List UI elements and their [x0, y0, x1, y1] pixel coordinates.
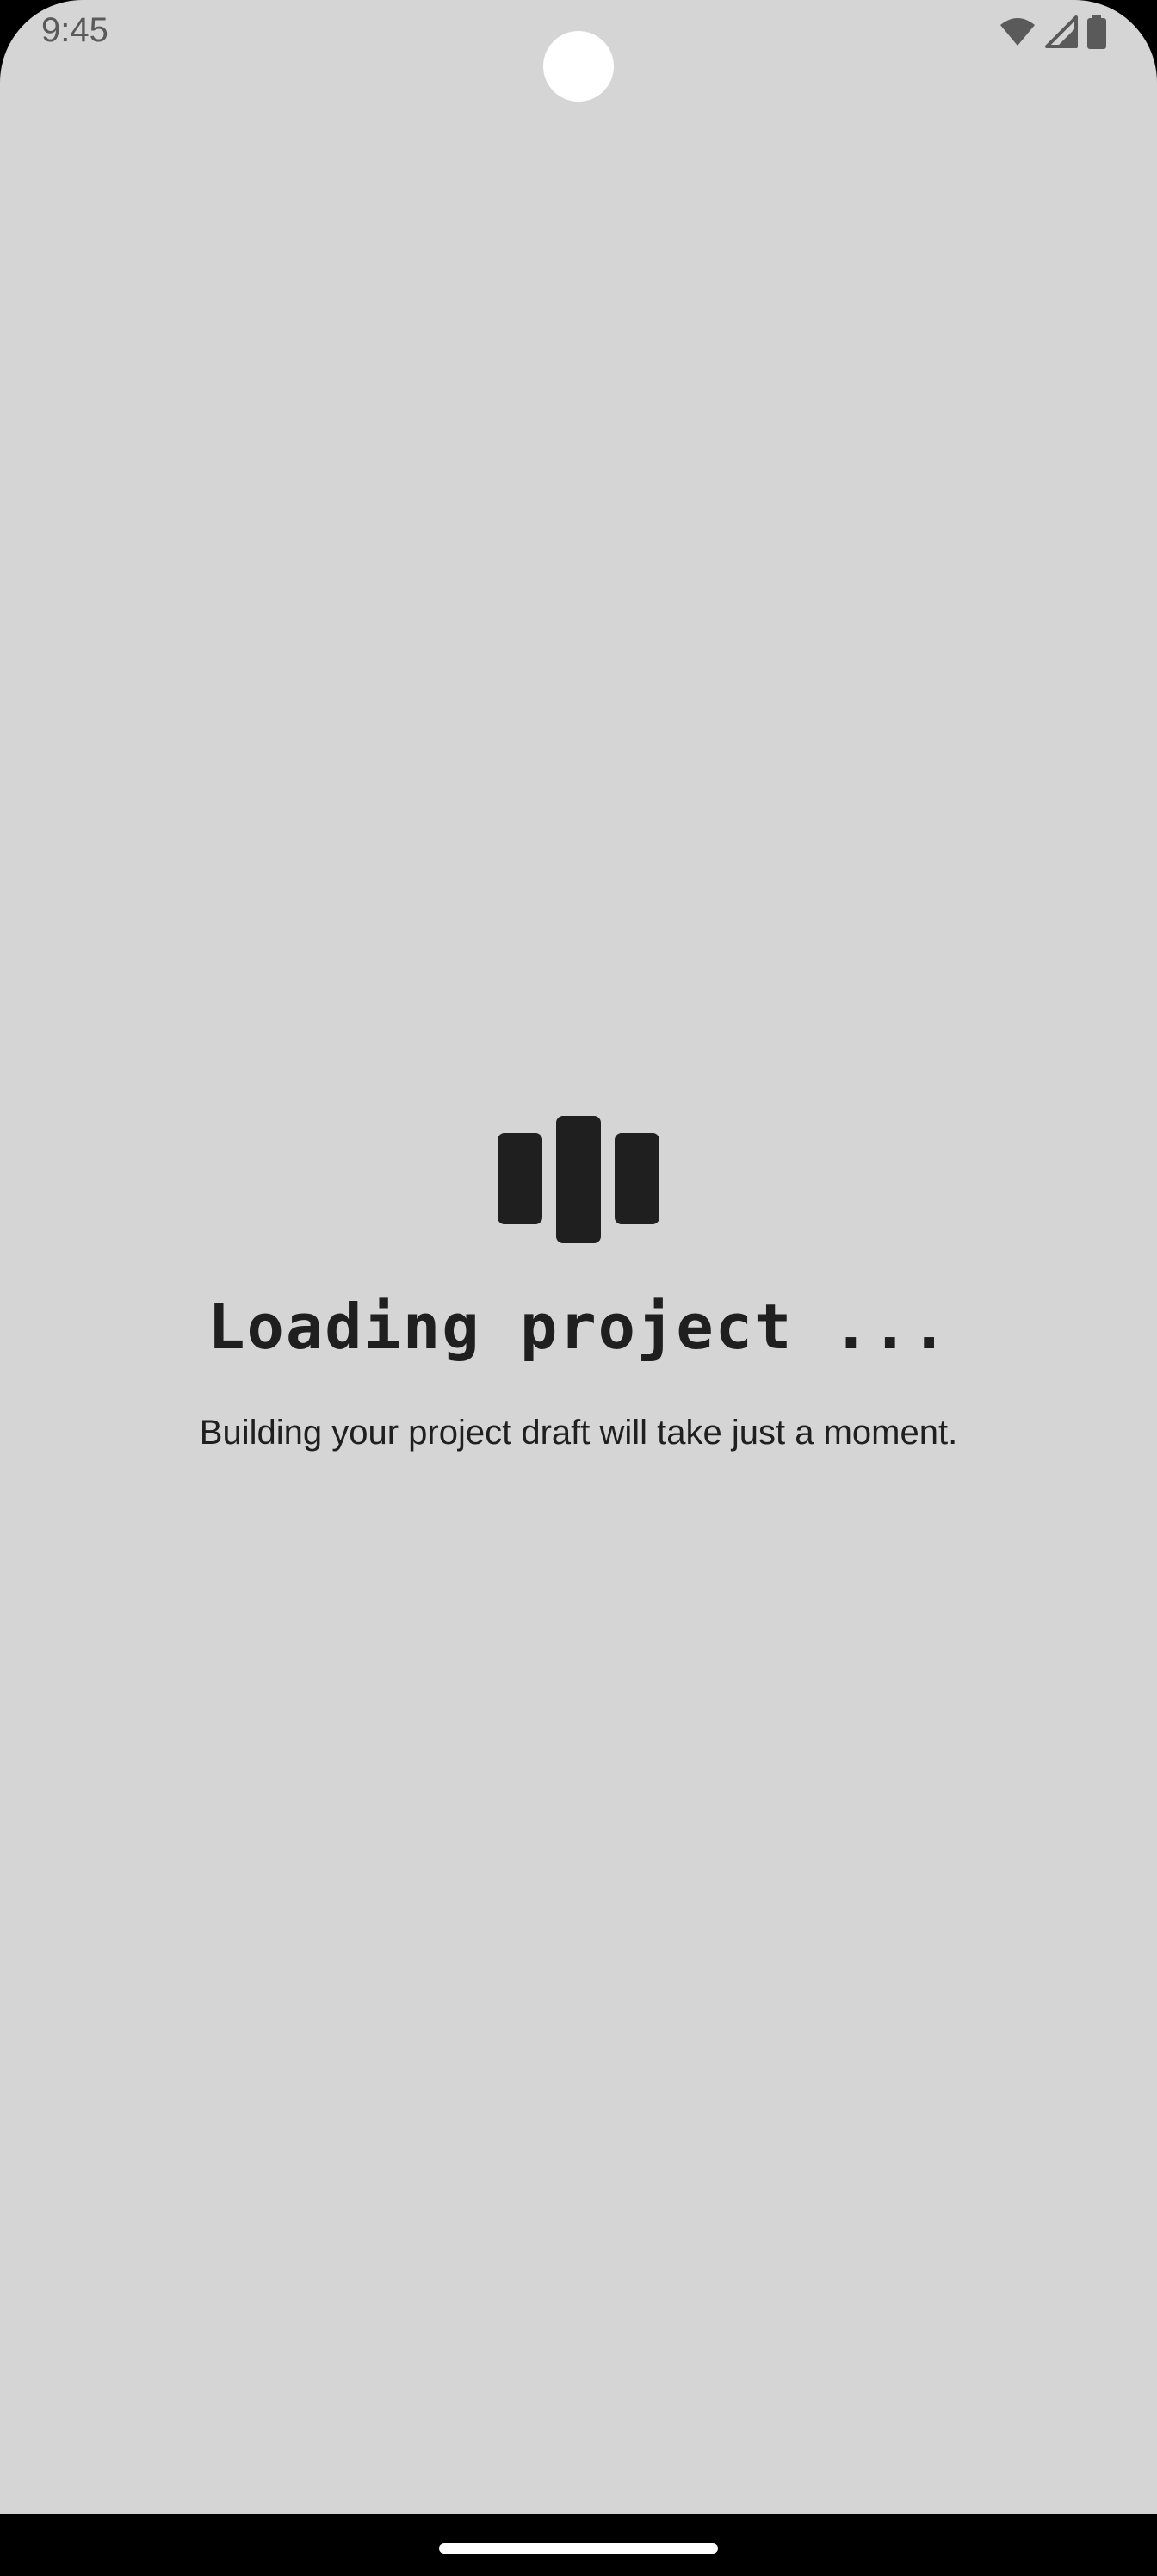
home-gesture-handle[interactable]: [439, 2543, 718, 2554]
loading-subtitle: Building your project draft will take ju…: [199, 1414, 958, 1452]
wifi-icon: [999, 16, 1036, 47]
navigation-bar: [0, 2514, 1157, 2576]
battery-icon: [1086, 15, 1107, 49]
loading-screen: 9:45 Loading project ... Building your p…: [0, 0, 1157, 2514]
phone-screen: 9:45 Loading project ... Building your p…: [0, 0, 1157, 2576]
loading-title: Loading project ...: [207, 1291, 950, 1363]
camera-cutout: [543, 31, 614, 102]
app-logo-bars-icon: [498, 1116, 659, 1243]
status-icons: [999, 14, 1107, 50]
cellular-signal-icon: [1045, 15, 1078, 48]
status-time: 9:45: [41, 11, 108, 49]
